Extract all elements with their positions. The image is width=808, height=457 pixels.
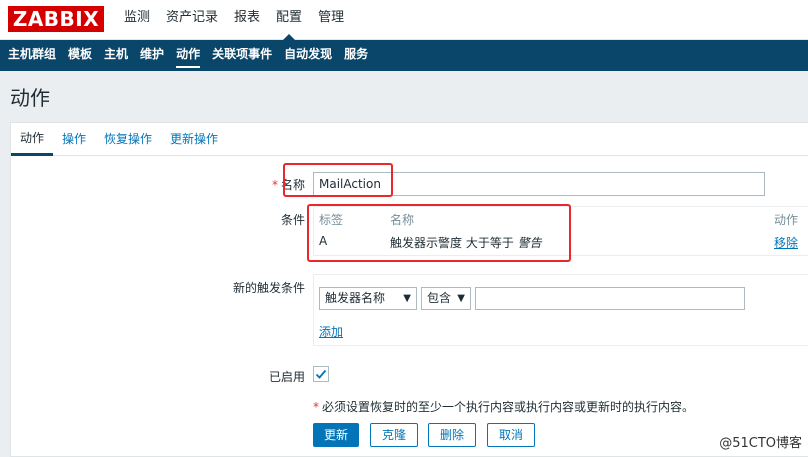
- sub-nav-services[interactable]: 服务: [338, 40, 374, 71]
- sub-nav-event-correlation[interactable]: 关联项事件: [206, 40, 278, 71]
- tab-action[interactable]: 动作: [11, 123, 54, 156]
- required-mark: *: [271, 178, 278, 192]
- tab-update-operations[interactable]: 更新操作: [161, 123, 227, 156]
- required-note: * 必须设置恢复时的至少一个执行内容或执行内容或更新时的执行内容。: [313, 398, 694, 415]
- condition-value-input[interactable]: [475, 287, 745, 310]
- sub-nav-host-groups[interactable]: 主机群组: [2, 40, 62, 71]
- required-mark: *: [313, 400, 319, 414]
- sub-nav: 主机群组 模板 主机 维护 动作 关联项事件 自动发现 服务: [0, 40, 808, 71]
- conditions-label: 条件: [280, 213, 305, 227]
- condition-operator-value: 包含: [427, 291, 452, 305]
- sub-nav-templates[interactable]: 模板: [62, 40, 98, 71]
- required-note-text: 必须设置恢复时的至少一个执行内容或执行内容或更新时的执行内容。: [322, 400, 695, 414]
- form-tabs: 动作 操作 恢复操作 更新操作: [11, 123, 808, 156]
- sub-nav-maintenance[interactable]: 维护: [134, 40, 170, 71]
- add-condition-link[interactable]: 添加: [319, 323, 343, 340]
- new-condition-label: 新的触发条件: [232, 281, 305, 295]
- checkmark-icon: [315, 369, 327, 379]
- condition-operator-select[interactable]: 包含 ▼: [421, 287, 471, 310]
- top-nav-inventory[interactable]: 资产记录: [158, 0, 226, 40]
- zabbix-logo[interactable]: ZABBIX: [8, 6, 104, 32]
- tab-recovery-operations[interactable]: 恢复操作: [95, 123, 161, 156]
- tab-operations[interactable]: 操作: [53, 123, 95, 156]
- action-form-panel: 动作 操作 恢复操作 更新操作 *名称 条件 标签 名称 动作 A 触发器示警度…: [10, 122, 808, 457]
- top-nav: 监测 资产记录 报表 配置 管理: [116, 0, 352, 40]
- cancel-button[interactable]: 取消: [487, 423, 535, 447]
- chevron-down-icon: ▼: [403, 293, 411, 304]
- chevron-down-icon: ▼: [457, 293, 465, 304]
- delete-button[interactable]: 删除: [428, 423, 476, 447]
- top-nav-administration[interactable]: 管理: [310, 0, 352, 40]
- top-nav-monitoring[interactable]: 监测: [116, 0, 158, 40]
- new-condition-box: [313, 274, 808, 346]
- top-bar: ZABBIX 监测 资产记录 报表 配置 管理: [0, 0, 808, 40]
- annotation-box-conditions: [307, 204, 571, 262]
- condition-remove-link[interactable]: 移除: [774, 234, 798, 251]
- watermark: @51CTO博客: [719, 436, 802, 451]
- sub-nav-hosts[interactable]: 主机: [98, 40, 134, 71]
- clone-button[interactable]: 克隆: [370, 423, 418, 447]
- page-title: 动作: [10, 86, 50, 110]
- condition-type-value: 触发器名称: [325, 291, 386, 305]
- enabled-label: 已启用: [268, 370, 305, 384]
- top-nav-reports[interactable]: 报表: [226, 0, 268, 40]
- sub-nav-discovery[interactable]: 自动发现: [278, 40, 338, 71]
- conditions-header-action: 动作: [774, 213, 799, 227]
- annotation-box-name: [283, 163, 393, 197]
- enabled-checkbox[interactable]: [313, 366, 329, 382]
- update-button[interactable]: 更新: [313, 423, 359, 447]
- condition-type-select[interactable]: 触发器名称 ▼: [319, 287, 417, 310]
- top-nav-configuration[interactable]: 配置: [268, 0, 310, 40]
- sub-nav-actions[interactable]: 动作: [170, 40, 206, 71]
